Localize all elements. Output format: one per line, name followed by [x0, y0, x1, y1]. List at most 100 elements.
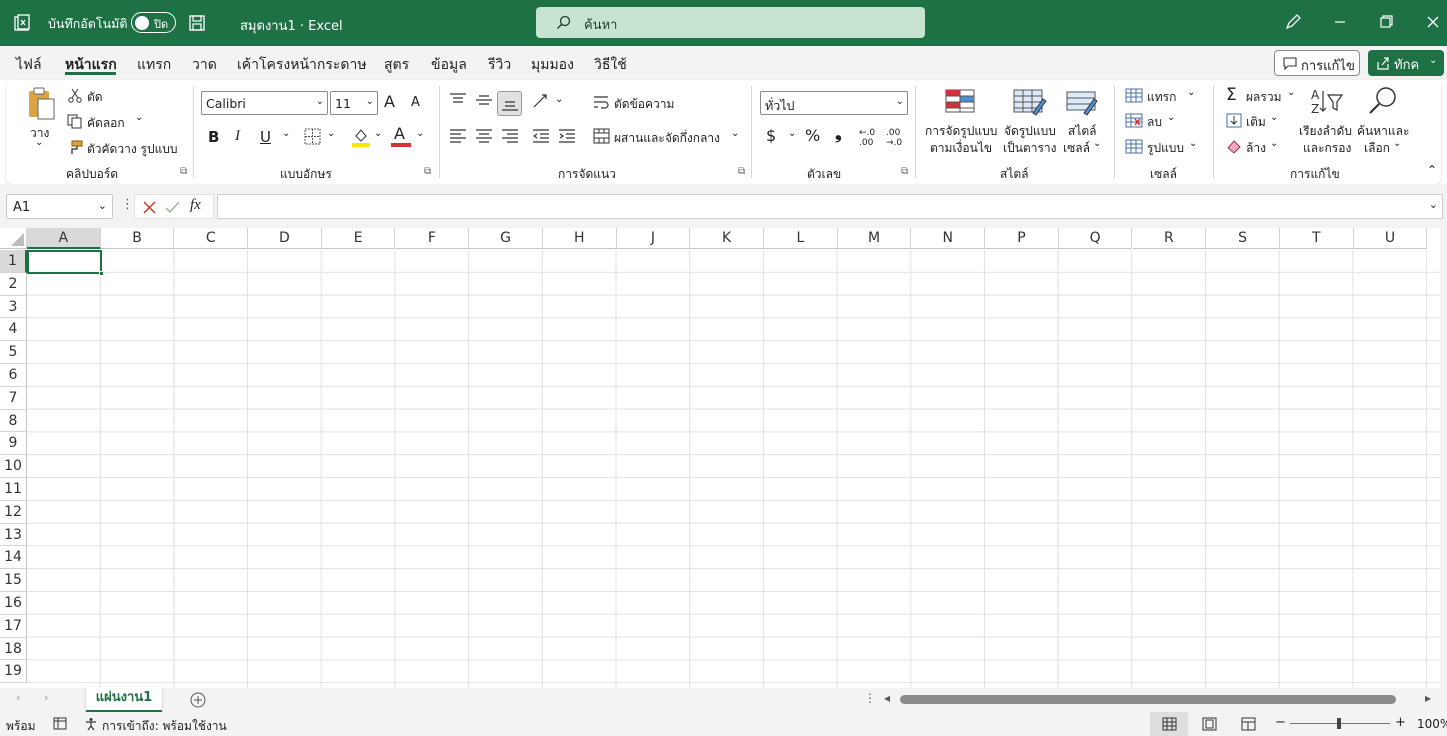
tab-page-layout[interactable]: เค้าโครงหน้ากระดาษ: [237, 54, 367, 76]
save-icon[interactable]: [188, 14, 206, 32]
column-header[interactable]: L: [764, 228, 838, 249]
zoom-slider-thumb[interactable]: [1337, 718, 1341, 729]
scroll-left-icon[interactable]: ◂: [884, 691, 890, 705]
row-header[interactable]: 14: [0, 546, 27, 570]
align-middle-icon[interactable]: [475, 93, 493, 107]
column-header[interactable]: F: [395, 228, 470, 249]
share-button[interactable]: ทักค ⌄: [1368, 50, 1444, 76]
cancel-entry-icon[interactable]: [143, 201, 156, 214]
column-header[interactable]: N: [911, 228, 986, 249]
decrease-indent-icon[interactable]: [532, 129, 550, 143]
tab-view[interactable]: มุมมอง: [531, 54, 574, 76]
zoom-level[interactable]: 100%: [1417, 717, 1447, 731]
align-right-icon[interactable]: [501, 129, 519, 143]
tab-data[interactable]: ข้อมูล: [431, 54, 467, 76]
autosum-label[interactable]: ผลรวม: [1246, 88, 1281, 107]
fill-color-icon[interactable]: [351, 127, 371, 147]
bold-button[interactable]: B: [208, 128, 219, 146]
zoom-out-icon[interactable]: −: [1275, 715, 1286, 730]
column-header[interactable]: E: [321, 228, 396, 249]
row-header[interactable]: 16: [0, 592, 27, 615]
tab-help[interactable]: วิธีใช้: [594, 54, 627, 76]
pen-icon[interactable]: [1283, 12, 1303, 32]
search-box[interactable]: ค้นหา: [536, 7, 925, 38]
format-cells-icon[interactable]: [1125, 139, 1143, 154]
chevron-down-icon[interactable]: ⌄: [416, 128, 424, 139]
sheet-tab[interactable]: แผ่นงาน1: [86, 687, 162, 712]
chevron-down-icon[interactable]: ⌄: [1429, 55, 1437, 66]
paste-icon[interactable]: [26, 86, 58, 122]
name-box[interactable]: A1 ⌄: [6, 194, 113, 219]
format-cells-label[interactable]: รูปแบบ: [1147, 139, 1184, 158]
autosave-toggle[interactable]: ปิด: [131, 12, 176, 33]
dialog-launcher-icon[interactable]: ⧉: [424, 166, 431, 177]
column-header[interactable]: K: [690, 228, 764, 249]
wrap-text-label[interactable]: ตัดข้อความ: [614, 95, 674, 114]
align-center-icon[interactable]: [475, 129, 493, 143]
insert-function-button[interactable]: fx: [190, 197, 201, 214]
column-header[interactable]: Q: [1058, 228, 1133, 249]
vertical-scrollbar[interactable]: [1440, 228, 1447, 688]
formula-bar-grip-icon[interactable]: ⋮: [121, 197, 134, 212]
fill-label[interactable]: เติม: [1246, 113, 1266, 132]
increase-indent-icon[interactable]: [558, 129, 576, 143]
align-left-icon[interactable]: [449, 129, 467, 143]
editing-mode-button[interactable]: การแก้ไข: [1274, 50, 1360, 76]
next-sheet-icon[interactable]: ›: [44, 691, 48, 704]
column-header[interactable]: P: [985, 228, 1059, 249]
column-header[interactable]: R: [1132, 228, 1207, 249]
chevron-down-icon[interactable]: ⌄: [1270, 112, 1278, 123]
find-select-icon[interactable]: [1368, 86, 1398, 116]
formula-input[interactable]: ⌄: [217, 194, 1443, 219]
find-select-label-2[interactable]: เลือก: [1364, 139, 1390, 158]
align-top-icon[interactable]: [449, 93, 467, 107]
row-header[interactable]: 17: [0, 614, 27, 638]
tab-review[interactable]: รีวิว: [488, 54, 511, 76]
column-header[interactable]: G: [469, 228, 543, 249]
row-header[interactable]: 11: [0, 478, 27, 501]
chevron-down-icon[interactable]: ⌄: [1189, 138, 1197, 149]
row-header[interactable]: 19: [0, 660, 27, 684]
cell-styles-label-2[interactable]: เซลล์: [1063, 139, 1090, 158]
delete-cells-label[interactable]: ลบ: [1147, 113, 1162, 132]
borders-icon[interactable]: [304, 128, 321, 145]
scroll-right-icon[interactable]: ▸: [1425, 691, 1431, 705]
chevron-down-icon[interactable]: ⌄: [1287, 87, 1295, 98]
chevron-down-icon[interactable]: ⌄: [731, 128, 739, 139]
dialog-launcher-icon[interactable]: ⧉: [738, 166, 745, 177]
accessibility-status[interactable]: การเข้าถึง: พร้อมใช้งาน: [102, 717, 227, 736]
column-header[interactable]: A: [27, 228, 101, 249]
format-painter-icon[interactable]: [67, 140, 83, 155]
row-header[interactable]: 6: [0, 364, 27, 387]
expand-formula-bar-icon[interactable]: ⌄: [1429, 198, 1438, 211]
row-header[interactable]: 5: [0, 341, 27, 364]
copy-label[interactable]: คัดลอก: [87, 114, 125, 133]
add-sheet-icon[interactable]: [190, 692, 206, 708]
chevron-down-icon[interactable]: ⌄: [135, 112, 143, 123]
horizontal-scrollbar-thumb[interactable]: [900, 695, 1396, 704]
accessibility-icon[interactable]: [84, 717, 99, 731]
italic-button[interactable]: I: [235, 128, 240, 145]
row-header[interactable]: 18: [0, 637, 27, 661]
orientation-icon[interactable]: [532, 93, 550, 109]
comma-style-button[interactable]: ❟: [835, 124, 842, 144]
column-header[interactable]: H: [542, 228, 617, 249]
chevron-down-icon[interactable]: ⌄: [788, 128, 796, 139]
normal-view-button[interactable]: [1150, 712, 1188, 736]
select-all-corner[interactable]: [0, 228, 27, 249]
row-header[interactable]: 15: [0, 569, 27, 592]
fill-icon[interactable]: [1226, 113, 1242, 128]
chevron-down-icon[interactable]: ⌄: [35, 137, 43, 148]
copy-icon[interactable]: [67, 114, 82, 129]
row-header[interactable]: 13: [0, 523, 27, 547]
align-bottom-button[interactable]: [497, 91, 522, 116]
merge-center-label[interactable]: ผสานและจัดกึ่งกลาง: [614, 129, 720, 148]
increase-decimal-button[interactable]: ←.0 .00: [859, 128, 883, 148]
tab-draw[interactable]: วาด: [192, 54, 217, 76]
active-cell-a1[interactable]: [27, 250, 104, 276]
chevron-down-icon[interactable]: ⌄: [1187, 87, 1195, 98]
currency-button[interactable]: $: [766, 126, 776, 145]
autosum-icon[interactable]: Σ: [1226, 85, 1237, 105]
merge-center-icon[interactable]: [593, 128, 610, 144]
format-as-table-icon[interactable]: [1013, 89, 1047, 117]
